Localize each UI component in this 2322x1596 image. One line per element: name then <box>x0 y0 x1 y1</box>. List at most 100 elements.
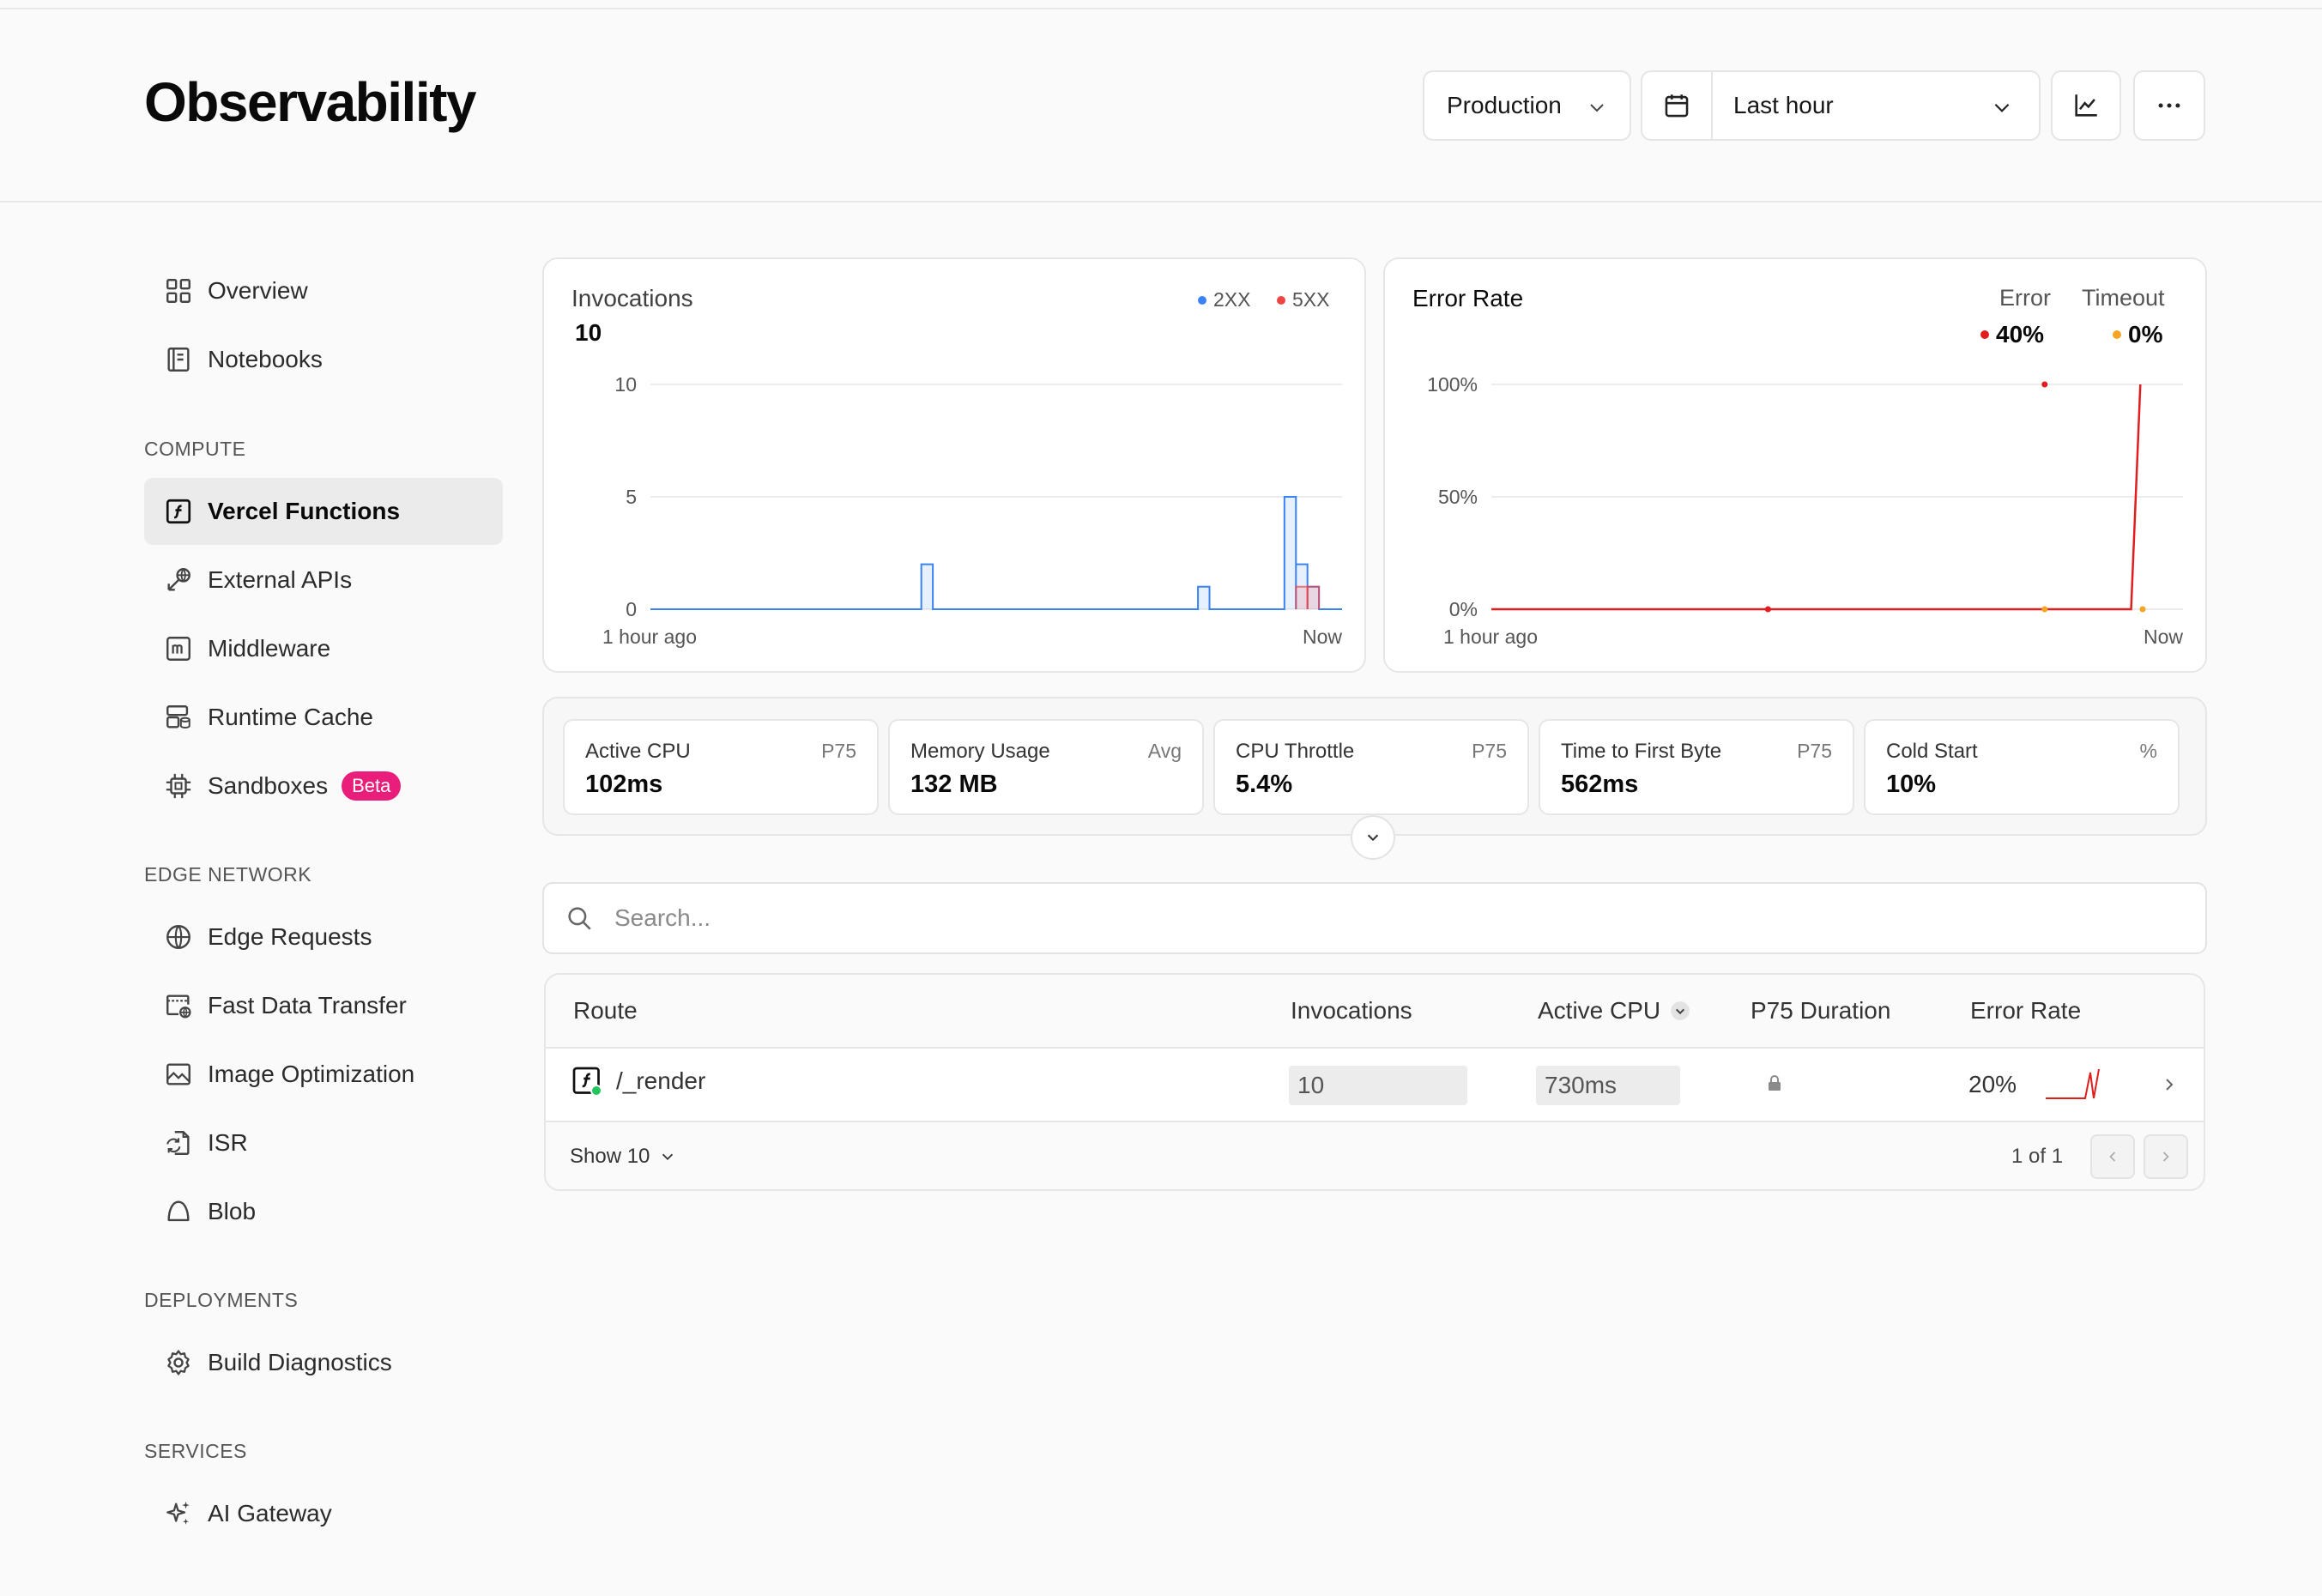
notebook-icon <box>163 344 194 375</box>
grid-icon <box>163 275 194 306</box>
column-header-p75-duration[interactable]: P75 Duration <box>1751 997 1890 1025</box>
metric-stat: P75 <box>821 740 856 762</box>
lock-icon <box>1769 1075 1781 1091</box>
metric-value: 5.4% <box>1236 771 1293 798</box>
sidebar-item-isr[interactable]: ISR <box>144 1109 503 1176</box>
sidebar-item-label: Sandboxes <box>208 772 329 799</box>
metric-label: Cold Start <box>1886 740 1978 763</box>
y-tick-label: 5 <box>626 486 637 508</box>
previous-page-button[interactable] <box>2090 1134 2135 1179</box>
time-range-select[interactable]: Last hour <box>1641 70 2041 141</box>
x-tick-label: Now <box>1303 626 1342 648</box>
invocations-cell: 10 <box>1289 1066 1467 1105</box>
ellipsis-icon <box>2158 103 2180 108</box>
metric-label: Memory Usage <box>910 740 1050 763</box>
y-tick-label: 0 <box>626 598 637 620</box>
column-header-active-cpu[interactable]: Active CPU <box>1538 997 1691 1025</box>
p75-duration-cell <box>1764 1073 1785 1093</box>
sidebar-item-label: Runtime Cache <box>208 704 373 730</box>
metric-label: Time to First Byte <box>1561 740 1722 763</box>
line-chart-icon <box>2075 94 2097 117</box>
active-cpu-value: 730ms <box>1536 1066 1680 1105</box>
expand-metrics-button[interactable] <box>1351 815 1395 860</box>
sidebar-item-notebooks[interactable]: Notebooks <box>144 326 503 393</box>
sidebar-item-label: External APIs <box>208 566 353 593</box>
routes-table: Route Invocations Active CPU P75 Duratio… <box>544 973 2205 1191</box>
sidebar-item-build-diagnostics[interactable]: Build Diagnostics <box>144 1329 503 1396</box>
y-tick-label: 100% <box>1427 373 1478 396</box>
show-count-label: Show 10 <box>570 1145 650 1168</box>
area-fill <box>1307 586 1320 609</box>
metric-stat: % <box>2139 740 2157 762</box>
chart-view-button[interactable] <box>2051 70 2121 141</box>
section-label-services: SERVICES <box>144 1440 247 1462</box>
data-point-timeout <box>2041 606 2048 613</box>
metric-time-to-first-byte[interactable]: Time to First Byte P75 562ms <box>1539 719 1854 815</box>
chevron-down-icon <box>1994 103 2010 112</box>
chevron-right-icon <box>2162 1152 2169 1162</box>
series-line-2xx <box>650 496 1342 610</box>
more-options-button[interactable] <box>2133 70 2205 141</box>
sidebar-item-fast-data-transfer[interactable]: Fast Data Transfer <box>144 972 503 1039</box>
sidebar-item-overview[interactable]: Overview <box>144 257 503 324</box>
chevron-right-icon[interactable] <box>2159 1074 2180 1095</box>
isr-icon <box>163 1127 194 1158</box>
metric-memory-usage[interactable]: Memory Usage Avg 132 MB <box>888 719 1204 815</box>
active-cpu-cell: 730ms <box>1536 1066 1680 1105</box>
column-header-error-rate[interactable]: Error Rate <box>1970 997 2081 1025</box>
sidebar-item-ai-gateway[interactable]: AI Gateway <box>144 1480 503 1547</box>
error-rate-chart-card: Error Rate Error Timeout 40% 0% 100% 50% 0… <box>1383 257 2207 673</box>
metric-label: Active CPU <box>585 740 691 763</box>
section-label-edge-network: EDGE NETWORK <box>144 863 312 886</box>
invocations-chart-card: Invocations 10 2XX 5XX 10 5 0 1 hour ago Now <box>542 257 1366 673</box>
sidebar-item-external-apis[interactable]: External APIs <box>144 547 503 614</box>
metric-cpu-throttle[interactable]: CPU Throttle P75 5.4% <box>1213 719 1529 815</box>
search-input[interactable] <box>614 904 2073 932</box>
table-row[interactable]: /_render 10 730ms 20% <box>546 1049 2204 1122</box>
area-fill <box>921 564 934 609</box>
blob-icon <box>163 1196 194 1227</box>
error-rate-value: 20% <box>1968 1071 2017 1097</box>
page-title: Observability <box>144 71 477 133</box>
metric-stat: P75 <box>1797 740 1832 762</box>
metric-active-cpu[interactable]: Active CPU P75 102ms <box>563 719 879 815</box>
calendar-icon[interactable] <box>1642 72 1713 139</box>
area-fill <box>1284 497 1297 609</box>
beta-badge: Beta <box>342 771 402 801</box>
sidebar-item-label: AI Gateway <box>208 1500 332 1526</box>
sidebar-item-edge-requests[interactable]: Edge Requests <box>144 904 503 970</box>
metric-label: CPU Throttle <box>1236 740 1355 763</box>
x-tick-label: Now <box>2144 626 2183 648</box>
chevron-left-icon <box>2109 1152 2116 1162</box>
chevron-down-icon <box>662 1153 674 1161</box>
show-count-select[interactable]: Show 10 <box>570 1145 677 1169</box>
middleware-icon <box>163 633 194 664</box>
column-header-route[interactable]: Route <box>573 997 638 1025</box>
sidebar-item-vercel-functions[interactable]: Vercel Functions <box>144 478 503 545</box>
y-tick-label: 50% <box>1438 486 1478 508</box>
sidebar-item-middleware[interactable]: Middleware <box>144 615 503 682</box>
sparkles-icon <box>163 1498 194 1529</box>
table-footer: Show 10 1 of 1 <box>546 1122 2204 1191</box>
status-dot <box>590 1085 602 1097</box>
environment-select[interactable]: Production <box>1423 70 1631 141</box>
route-cell: /_render <box>571 1066 705 1097</box>
metric-cold-start[interactable]: Cold Start % 10% <box>1864 719 2180 815</box>
sidebar-item-label: Overview <box>208 277 308 304</box>
sidebar-item-image-optimization[interactable]: Image Optimization <box>144 1041 503 1108</box>
next-page-button[interactable] <box>2144 1134 2188 1179</box>
sidebar-item-runtime-cache[interactable]: Runtime Cache <box>144 684 503 751</box>
data-point-timeout <box>2139 606 2146 613</box>
section-label-compute: COMPUTE <box>144 438 246 460</box>
data-transfer-icon <box>163 990 194 1021</box>
metric-stat: Avg <box>1147 740 1182 762</box>
sidebar-item-sandboxes[interactable]: Sandboxes Beta <box>144 753 503 819</box>
sidebar-item-blob[interactable]: Blob <box>144 1178 503 1245</box>
sidebar-item-label: Middleware <box>208 635 331 662</box>
chip-icon <box>163 771 194 801</box>
metric-value: 132 MB <box>910 771 998 798</box>
sort-descending-icon <box>1671 1001 1690 1020</box>
column-header-invocations[interactable]: Invocations <box>1291 997 1412 1025</box>
metric-value: 562ms <box>1561 771 1639 798</box>
error-rate-chart: 100% 50% 0% 1 hour ago Now <box>1427 373 2183 648</box>
